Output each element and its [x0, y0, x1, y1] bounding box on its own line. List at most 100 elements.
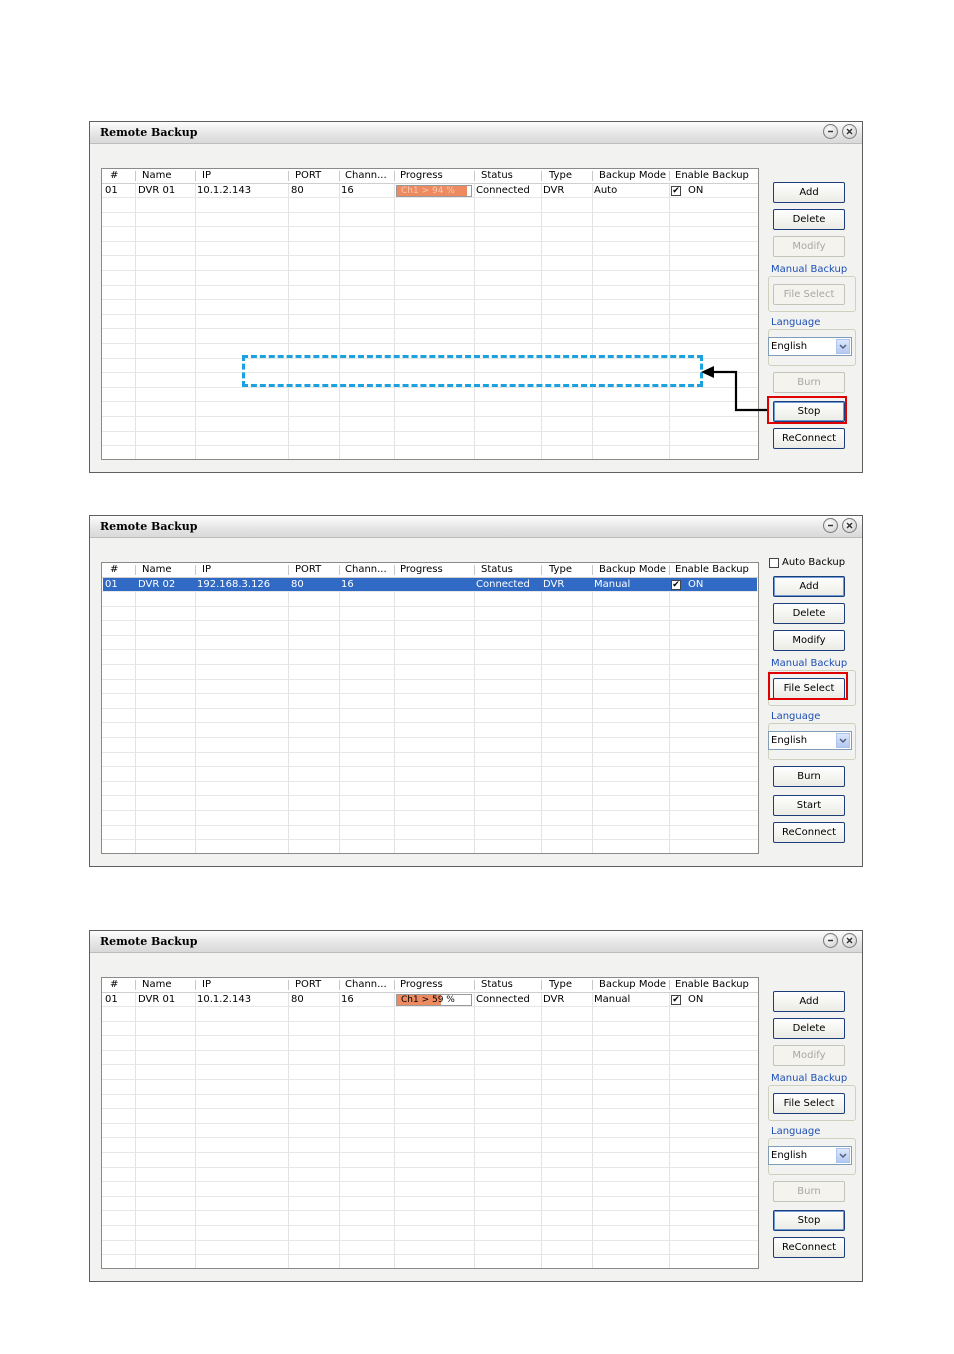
col-header-number[interactable]: # [110, 564, 118, 576]
grid-row-line [102, 285, 758, 286]
device-list[interactable]: # Name IP PORT Chann... Progress Status … [101, 977, 759, 1269]
progress-text: Ch1 > 59 % [401, 995, 455, 1005]
close-icon[interactable] [842, 124, 857, 139]
col-header-channel[interactable]: Chann... [345, 564, 387, 576]
enable-backup-checkbox[interactable]: ✔ [671, 186, 681, 196]
col-header-backup-mode[interactable]: Backup Mode [599, 564, 666, 576]
cell-type: DVR [543, 994, 565, 1005]
grid-row-line [102, 255, 758, 256]
manual-backup-label: Manual Backup [770, 264, 849, 275]
modify-button[interactable]: Modify [773, 1045, 845, 1066]
chevron-down-icon[interactable] [836, 339, 850, 354]
grid-row-line [102, 737, 758, 738]
grid-row-line [102, 416, 758, 417]
col-header-port[interactable]: PORT [295, 979, 321, 991]
grid-row-line [102, 1167, 758, 1168]
add-button[interactable]: Add [773, 991, 845, 1012]
col-header-backup-mode[interactable]: Backup Mode [599, 170, 666, 182]
grid-row-line [102, 635, 758, 636]
progress-bar: Ch1 > 59 % [396, 994, 472, 1006]
reconnect-button[interactable]: ReConnect [773, 822, 845, 843]
col-header-channel[interactable]: Chann... [345, 170, 387, 182]
cell-backup-mode: Manual [594, 994, 631, 1005]
start-button[interactable]: Start [773, 795, 845, 816]
col-header-type[interactable]: Type [549, 979, 572, 991]
cell-type: DVR [543, 185, 565, 196]
grid-row-line [102, 693, 758, 694]
modify-button[interactable]: Modify [773, 630, 845, 651]
col-header-type[interactable]: Type [549, 170, 572, 182]
col-header-enable-backup[interactable]: Enable Backup [675, 170, 749, 182]
col-header-ip[interactable]: IP [202, 564, 211, 576]
grid-row-line [102, 1123, 758, 1124]
col-header-number[interactable]: # [110, 979, 118, 991]
list-header: # Name IP PORT Chann... Progress Status … [102, 169, 758, 184]
chevron-down-icon[interactable] [836, 1148, 850, 1163]
minimize-icon[interactable] [823, 933, 838, 948]
language-select[interactable]: English [768, 731, 852, 750]
col-header-status[interactable]: Status [481, 979, 513, 991]
auto-backup-checkbox[interactable] [769, 558, 779, 568]
file-select-button[interactable]: File Select [773, 284, 845, 305]
col-header-name[interactable]: Name [142, 979, 172, 991]
list-header: # Name IP PORT Chann... Progress Status … [102, 978, 758, 993]
minimize-icon[interactable] [823, 518, 838, 533]
col-header-type[interactable]: Type [549, 564, 572, 576]
col-header-number[interactable]: # [110, 170, 118, 182]
close-icon[interactable] [842, 518, 857, 533]
grid-row-line [102, 1137, 758, 1138]
enable-backup-checkbox[interactable]: ✔ [671, 995, 681, 1005]
device-list[interactable]: # Name IP PORT Chann... Progress Status … [101, 562, 759, 854]
language-select[interactable]: English [768, 1146, 852, 1165]
modify-button[interactable]: Modify [773, 236, 845, 257]
chevron-down-icon[interactable] [836, 733, 850, 748]
col-header-name[interactable]: Name [142, 564, 172, 576]
cell-name: DVR 02 [138, 579, 176, 590]
add-button[interactable]: Add [773, 182, 845, 203]
col-header-channel[interactable]: Chann... [345, 979, 387, 991]
stop-button[interactable]: Stop [773, 1210, 845, 1231]
language-select[interactable]: English [768, 337, 852, 356]
burn-button[interactable]: Burn [773, 372, 845, 393]
col-header-enable-backup[interactable]: Enable Backup [675, 979, 749, 991]
cell-status: Connected [476, 185, 530, 196]
delete-button[interactable]: Delete [773, 209, 845, 230]
reconnect-button[interactable]: ReConnect [773, 428, 845, 449]
col-header-ip[interactable]: IP [202, 170, 211, 182]
col-header-status[interactable]: Status [481, 170, 513, 182]
language-label: Language [770, 1126, 822, 1137]
add-button[interactable]: Add [773, 576, 845, 597]
minimize-icon[interactable] [823, 124, 838, 139]
remote-backup-window-3: Remote Backup # Name IP PORT Chann... Pr… [89, 930, 863, 1282]
col-header-port[interactable]: PORT [295, 564, 321, 576]
grid-row-line [102, 212, 758, 213]
device-list[interactable]: # Name IP PORT Chann... Progress Status … [101, 168, 759, 460]
close-icon[interactable] [842, 933, 857, 948]
delete-button[interactable]: Delete [773, 1018, 845, 1039]
col-header-enable-backup[interactable]: Enable Backup [675, 564, 749, 576]
col-header-ip[interactable]: IP [202, 979, 211, 991]
enable-backup-checkbox[interactable]: ✔ [671, 580, 681, 590]
cell-backup-mode: Auto [594, 185, 618, 196]
grid-row-line [102, 664, 758, 665]
progress-bar: Ch1 > 94 % [396, 185, 472, 197]
col-header-port[interactable]: PORT [295, 170, 321, 182]
col-header-progress[interactable]: Progress [400, 564, 443, 576]
burn-button[interactable]: Burn [773, 1181, 845, 1202]
reconnect-button[interactable]: ReConnect [773, 1237, 845, 1258]
col-header-name[interactable]: Name [142, 170, 172, 182]
col-header-status[interactable]: Status [481, 564, 513, 576]
grid-row-line [102, 708, 758, 709]
grid-row-line [102, 1181, 758, 1182]
delete-button[interactable]: Delete [773, 603, 845, 624]
grid-row-line [102, 1254, 758, 1255]
grid-row-line [102, 1210, 758, 1211]
burn-button[interactable]: Burn [773, 766, 845, 787]
col-header-progress[interactable]: Progress [400, 170, 443, 182]
cell-ip: 10.1.2.143 [197, 994, 252, 1005]
manual-backup-label: Manual Backup [770, 1073, 849, 1084]
grid-row-line [102, 839, 758, 840]
col-header-backup-mode[interactable]: Backup Mode [599, 979, 666, 991]
file-select-button[interactable]: File Select [773, 1093, 845, 1114]
col-header-progress[interactable]: Progress [400, 979, 443, 991]
